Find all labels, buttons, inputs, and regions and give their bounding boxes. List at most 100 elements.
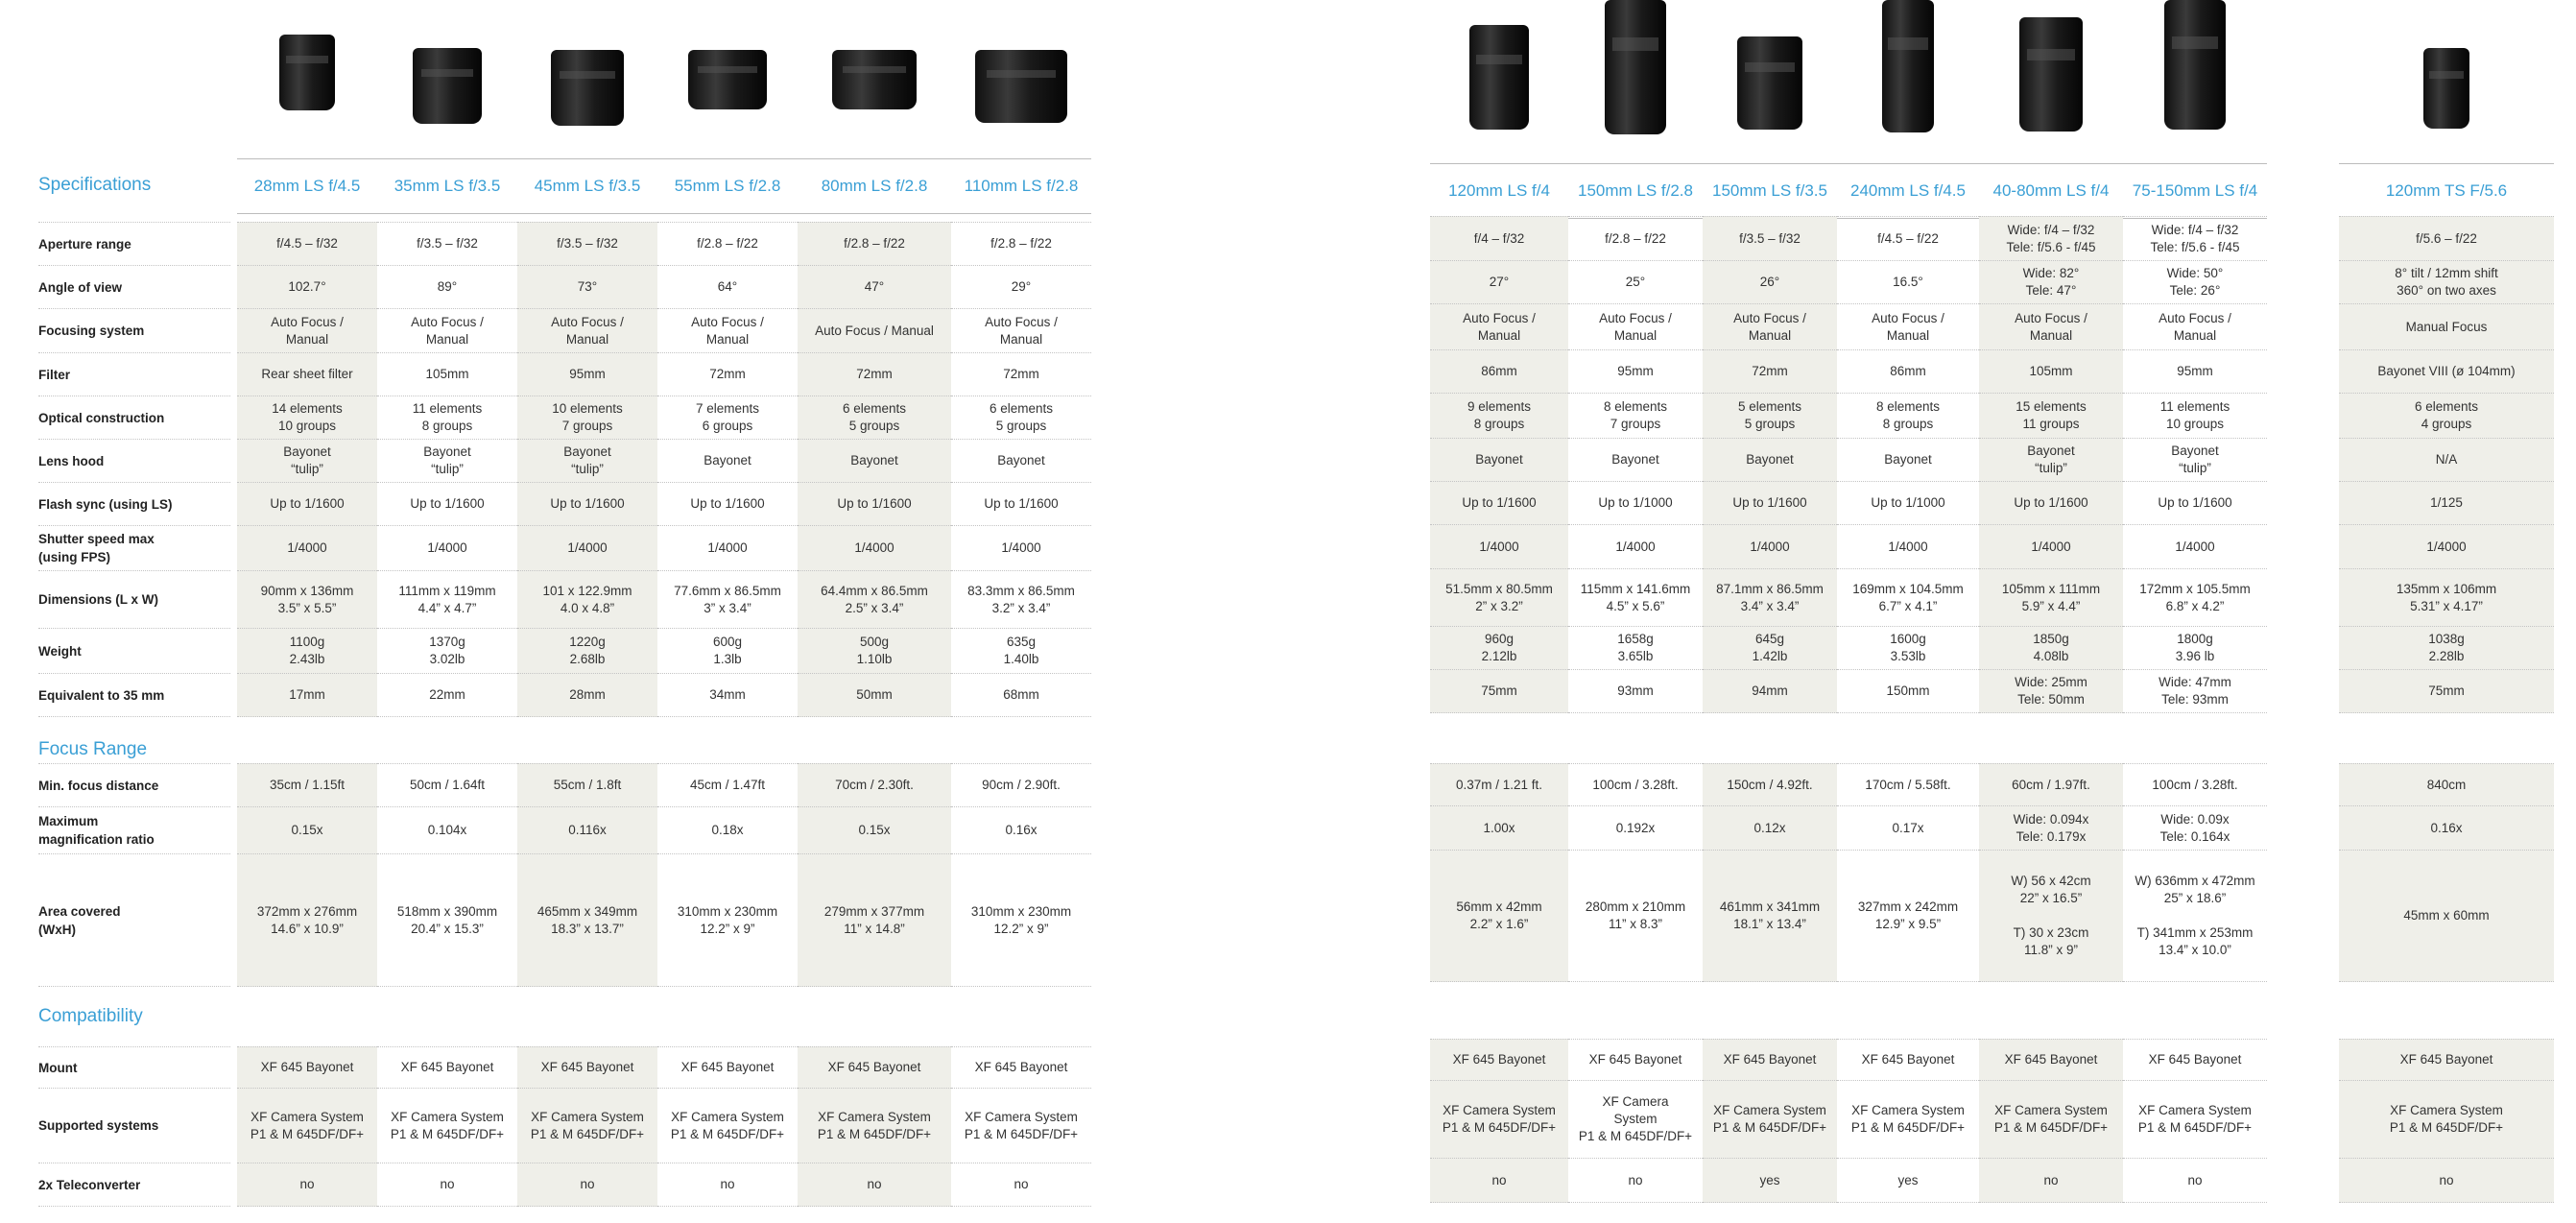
- spec-cell-focusing-system: Auto Focus / Manual: [1837, 304, 1979, 350]
- spec-value: 47°: [864, 279, 885, 294]
- row-label-area-covered-wxh: Area covered (WxH): [38, 854, 230, 987]
- spec-cell-filter: 95mm: [1568, 350, 1703, 394]
- spec-value: Wide: 50° Tele: 26°: [2166, 266, 2224, 298]
- spec-cell-supported-systems: XF Camera System P1 & M 645DF/DF+: [1568, 1081, 1703, 1159]
- spec-cell-optical-construction: 8 elements 7 groups: [1568, 394, 1703, 439]
- row-label-maximum-magnification-ratio: Maximum magnification ratio: [38, 807, 230, 854]
- lens-image: [688, 50, 767, 109]
- spec-cell-weight: 1100g 2.43lb: [237, 629, 377, 674]
- spec-cell-equivalent-to-35-mm: 150mm: [1837, 670, 1979, 713]
- spec-value: 15 elements 11 groups: [2015, 399, 2087, 431]
- spec-value: 64.4mm x 86.5mm 2.5” x 3.4”: [821, 583, 928, 615]
- spec-value: Up to 1/1000: [1871, 495, 1945, 510]
- spec-value: 169mm x 104.5mm 6.7” x 4.1”: [1852, 581, 1964, 613]
- spec-value: f/3.5 – f/32: [1739, 230, 1801, 246]
- spec-value: 1/4000: [2426, 539, 2467, 554]
- spec-value: XF 645 Bayonet: [827, 1060, 921, 1074]
- spec-value: XF 645 Bayonet: [2399, 1052, 2493, 1067]
- spec-value: XF Camera System P1 & M 645DF/DF+: [250, 1109, 365, 1141]
- spec-value: XF Camera System P1 & M 645DF/DF+: [964, 1109, 1079, 1141]
- spec-value: f/4 – f/32: [1473, 230, 1525, 246]
- lens-column-110mm-ls-f-2-8: 110mm LS f/2.8 f/2.8 – f/22 29° Auto Focus …: [951, 0, 1091, 1223]
- spec-cell-2x-teleconverter: no: [2123, 1159, 2267, 1203]
- spec-cell-supported-systems: XF Camera System P1 & M 645DF/DF+: [237, 1089, 377, 1163]
- spec-cell-2x-teleconverter: no: [1430, 1159, 1568, 1203]
- spec-value: 50mm: [856, 687, 893, 702]
- lens-image: [2164, 0, 2226, 130]
- spec-cell-supported-systems: XF Camera System P1 & M 645DF/DF+: [1837, 1081, 1979, 1159]
- spec-cell-supported-systems: XF Camera System P1 & M 645DF/DF+: [1430, 1081, 1568, 1159]
- spec-cell-focusing-system: Manual Focus: [2339, 304, 2554, 350]
- spec-value: 1/4000: [1615, 539, 1656, 554]
- spec-cell-dimensions-l-x-w: 115mm x 141.6mm 4.5” x 5.6”: [1568, 569, 1703, 627]
- spec-cell-optical-construction: 10 elements 7 groups: [517, 396, 657, 440]
- spec-cell-focusing-system: Auto Focus / Manual: [951, 309, 1091, 353]
- spec-value: 635g 1.40lb: [1003, 635, 1039, 666]
- spec-cell-optical-construction: 15 elements 11 groups: [1979, 394, 2123, 439]
- spec-cell-filter: 95mm: [517, 353, 657, 396]
- spec-value: 1850g 4.08lb: [2033, 632, 2069, 663]
- spec-cell-angle-of-view: Wide: 82° Tele: 47°: [1979, 261, 2123, 304]
- spec-value: 600g 1.3lb: [712, 635, 743, 666]
- spec-value: 6 elements 5 groups: [989, 401, 1054, 433]
- spec-cell-weight: 1658g 3.65lb: [1568, 627, 1703, 670]
- spec-value: Up to 1/1600: [2158, 495, 2232, 510]
- spec-value: 0.104x: [427, 823, 467, 837]
- spec-cell-focusing-system: Auto Focus / Manual: [377, 309, 517, 353]
- spec-value: XF 645 Bayonet: [974, 1060, 1068, 1074]
- spec-cell-mount: XF 645 Bayonet: [237, 1046, 377, 1089]
- spec-cell-equivalent-to-35-mm: Wide: 47mm Tele: 93mm: [2123, 670, 2267, 713]
- spec-cell-lens-hood: Bayonet: [951, 440, 1091, 483]
- spec-value: no: [440, 1177, 455, 1191]
- spec-cell-mount: XF 645 Bayonet: [1703, 1039, 1837, 1081]
- spec-cell-dimensions-l-x-w: 135mm x 106mm 5.31” x 4.17”: [2339, 569, 2554, 627]
- spec-cell-area-covered-wxh: 465mm x 349mm 18.3” x 13.7”: [517, 854, 657, 987]
- spec-cell-mount: XF 645 Bayonet: [377, 1046, 517, 1089]
- row-label-lens-hood: Lens hood: [38, 440, 230, 483]
- spec-value: 102.7°: [288, 279, 326, 294]
- lens-name-header: 120mm LS f/4: [1430, 163, 1568, 219]
- spec-cell-optical-construction: 11 elements 10 groups: [2123, 394, 2267, 439]
- spec-value: Up to 1/1600: [690, 496, 765, 511]
- spec-value: 0.15x: [858, 823, 891, 837]
- lens-name-header: 35mm LS f/3.5: [377, 158, 517, 214]
- spec-cell-dimensions-l-x-w: 111mm x 119mm 4.4” x 4.7”: [377, 571, 517, 629]
- spec-cell-mount: XF 645 Bayonet: [951, 1046, 1091, 1089]
- spec-value: 170cm / 5.58ft.: [1865, 777, 1951, 792]
- spec-value: no: [299, 1177, 315, 1191]
- spec-cell-min-focus-distance: 0.37m / 1.21 ft.: [1430, 763, 1568, 806]
- spec-value: Auto Focus / Manual: [2159, 310, 2231, 343]
- spec-cell-filter: Rear sheet filter: [237, 353, 377, 396]
- spec-cell-min-focus-distance: 55cm / 1.8ft: [517, 763, 657, 807]
- spec-cell-shutter-speed-max-using-fps: 1/4000: [2123, 525, 2267, 569]
- spec-cell-weight: 500g 1.10lb: [798, 629, 951, 674]
- lens-column-40-80mm-ls-f-4: 40-80mm LS f/4 Wide: f/4 – f/32 Tele: f/5…: [1979, 0, 2123, 1223]
- spec-value: no: [2439, 1172, 2454, 1187]
- spec-cell-shutter-speed-max-using-fps: 1/4000: [1568, 525, 1703, 569]
- spec-value: 5 elements 5 groups: [1737, 399, 1802, 431]
- spec-cell-weight: 1600g 3.53lb: [1837, 627, 1979, 670]
- spec-value: Bayonet: [997, 453, 1045, 468]
- spec-value: Bayonet “tulip”: [423, 444, 471, 476]
- spec-cell-equivalent-to-35-mm: 68mm: [951, 674, 1091, 717]
- spec-cell-maximum-magnification-ratio: 0.12x: [1703, 806, 1837, 851]
- spec-value: XF Camera System P1 & M 645DF/DF+: [2389, 1103, 2504, 1135]
- spec-value: Auto Focus / Manual: [411, 314, 484, 347]
- spec-value: 1/125: [2430, 495, 2463, 510]
- spec-value: XF Camera System P1 & M 645DF/DF+: [1993, 1103, 2109, 1135]
- spec-cell-aperture-range: Wide: f/4 – f/32 Tele: f/5.6 - f/45: [1979, 216, 2123, 261]
- lens-name-header: 40-80mm LS f/4: [1979, 163, 2123, 219]
- spec-cell-aperture-range: f/3.5 – f/32: [517, 222, 657, 266]
- spec-cell-flash-sync-using-ls: Up to 1/1000: [1568, 482, 1703, 525]
- spec-value: 95mm: [1617, 364, 1654, 378]
- spec-cell-weight: 1850g 4.08lb: [1979, 627, 2123, 670]
- spec-cell-supported-systems: XF Camera System P1 & M 645DF/DF+: [1979, 1081, 2123, 1159]
- section-title-focus-range: Focus Range: [38, 739, 148, 759]
- spec-value: Auto Focus / Manual: [985, 314, 1058, 347]
- spec-value: 0.16x: [1005, 823, 1038, 837]
- spec-cell-flash-sync-using-ls: 1/125: [2339, 482, 2554, 525]
- row-label-aperture-range: Aperture range: [38, 222, 230, 266]
- row-label-angle-of-view: Angle of view: [38, 266, 230, 309]
- spec-value: Auto Focus / Manual: [1872, 310, 1944, 343]
- spec-value: Bayonet “tulip”: [563, 444, 611, 476]
